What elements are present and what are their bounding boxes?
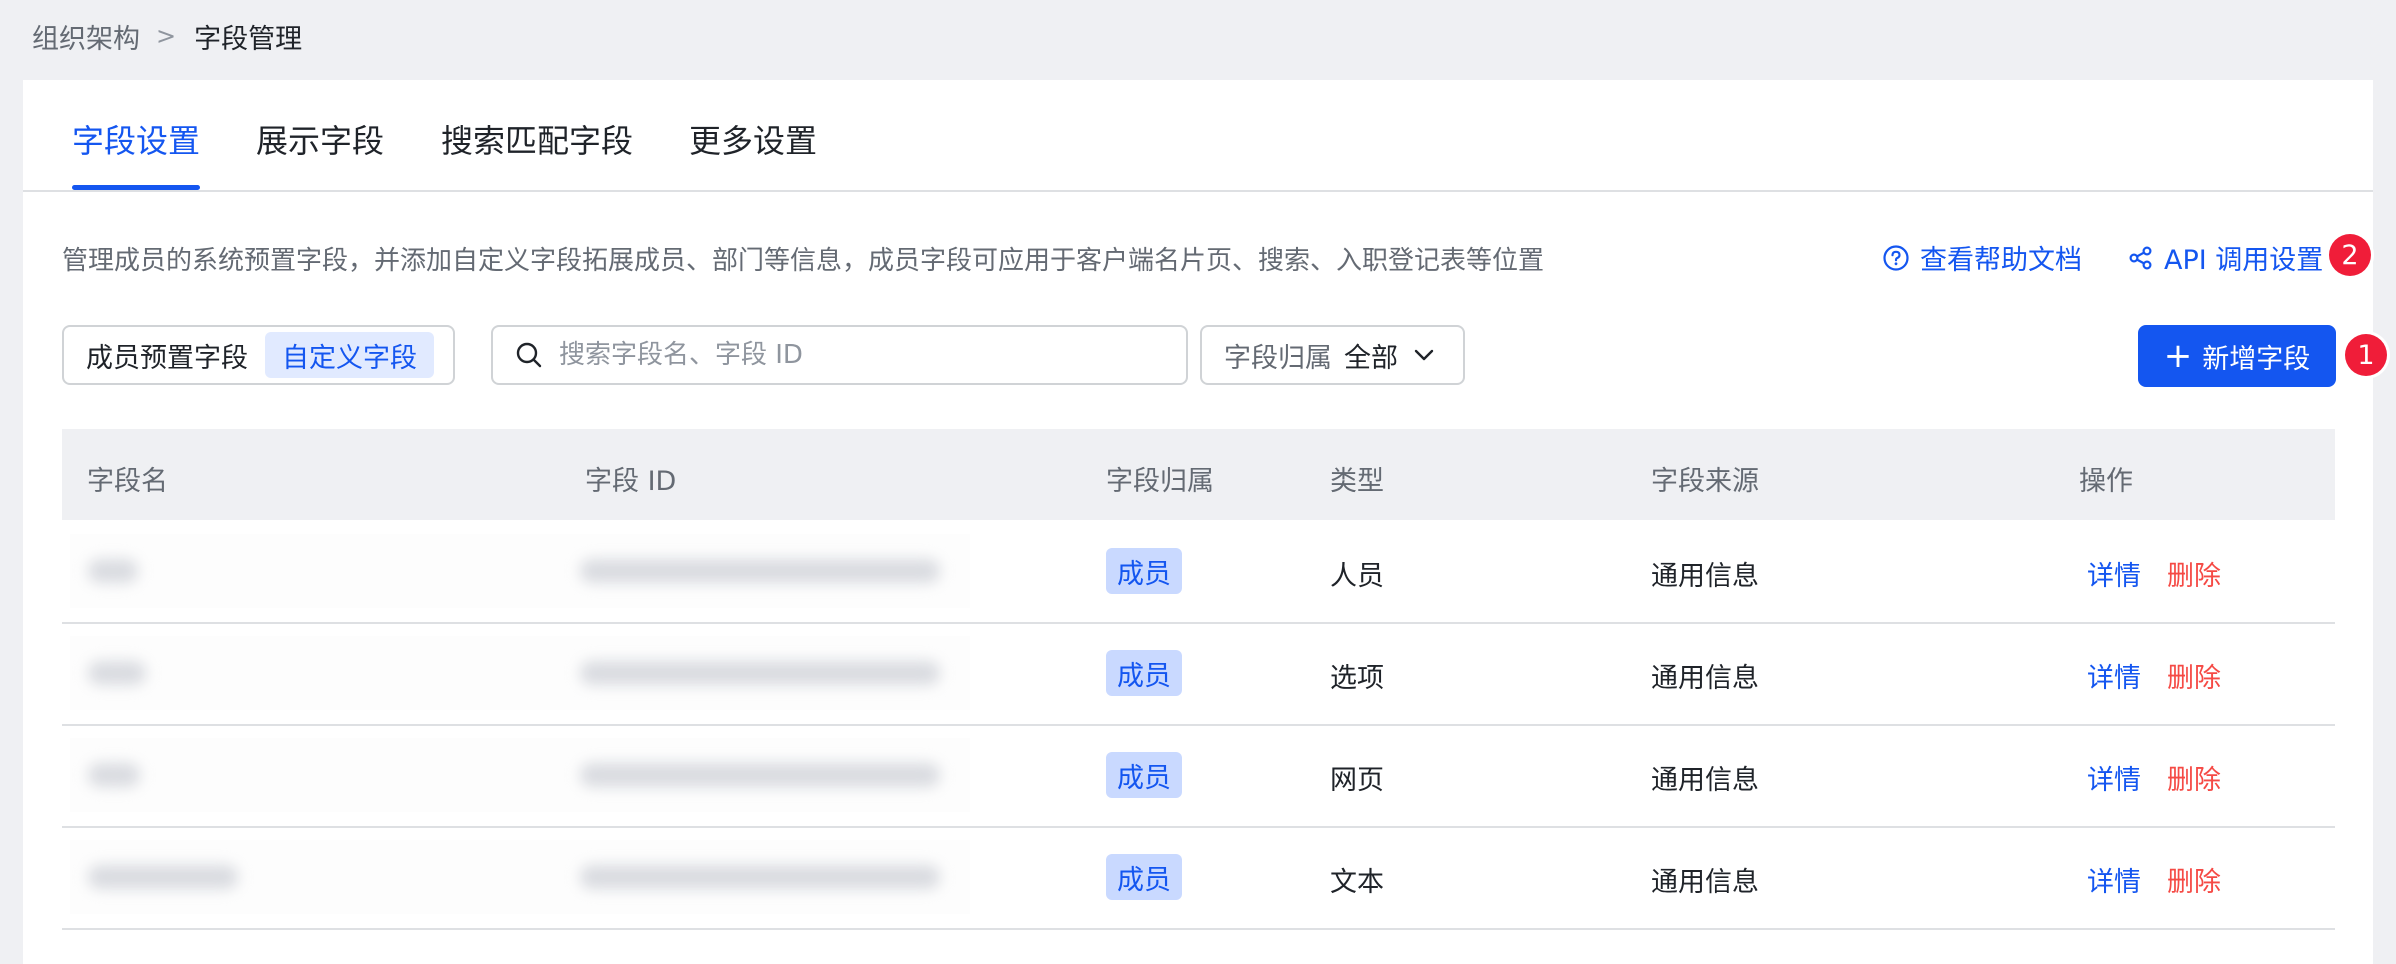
belong-tag: 成员 (1106, 650, 1182, 696)
column-header-actions: 操作 (2079, 466, 2133, 497)
type-cell: 选项 (1330, 663, 1384, 694)
table-row: 成员 文本 通用信息 详情 删除 (62, 826, 2335, 930)
search-input[interactable] (557, 339, 1161, 371)
redacted-area (70, 534, 970, 608)
breadcrumb-current: 字段管理 (194, 23, 303, 55)
page-description: 管理成员的系统预置字段，并添加自定义字段拓展成员、部门等信息，成员字段可应用于客… (62, 246, 1545, 276)
segment-preset-fields[interactable]: 成员预置字段 (69, 332, 265, 378)
tab-field-settings[interactable]: 字段设置 (72, 116, 200, 162)
belong-tag: 成员 (1106, 752, 1182, 798)
active-tab-indicator (72, 185, 200, 190)
delete-link[interactable]: 删除 (2167, 860, 2221, 899)
source-cell: 通用信息 (1651, 765, 1759, 796)
question-circle-icon (1883, 244, 1909, 271)
annotation-marker-2: 2 (2329, 234, 2371, 276)
tab-bar: 字段设置 展示字段 搜索匹配字段 更多设置 (23, 80, 2373, 192)
add-field-button[interactable]: + 新增字段 (2138, 325, 2336, 387)
source-cell: 通用信息 (1651, 663, 1759, 694)
redacted-area (70, 738, 970, 812)
filter-value: 全部 (1344, 342, 1398, 374)
column-header-field-id: 字段 ID (585, 466, 677, 497)
breadcrumb-separator-icon: > (156, 22, 177, 50)
delete-link[interactable]: 删除 (2167, 554, 2221, 593)
delete-link[interactable]: 删除 (2167, 656, 2221, 695)
plus-icon: + (2163, 336, 2193, 376)
table-row: 成员 人员 通用信息 详情 删除 (62, 520, 2335, 624)
search-icon (516, 342, 542, 368)
annotation-marker-1: 1 (2345, 334, 2387, 376)
type-cell: 网页 (1330, 765, 1384, 796)
tab-search-match-fields[interactable]: 搜索匹配字段 (441, 116, 633, 162)
redacted-area (70, 840, 970, 914)
main-card: 字段设置 展示字段 搜索匹配字段 更多设置 管理成员的系统预置字段，并添加自定义… (23, 80, 2387, 964)
help-docs-link[interactable]: 查看帮助文档 (1882, 238, 2082, 277)
field-belong-filter[interactable]: 字段归属 全部 (1200, 325, 1465, 385)
breadcrumb-parent[interactable]: 组织架构 (32, 17, 140, 56)
field-type-segmented-control: 成员预置字段 自定义字段 (62, 325, 455, 385)
api-settings-label: API 调用设置 (2164, 245, 2324, 276)
table-header: 字段名 字段 ID 字段归属 类型 字段来源 操作 (62, 429, 2335, 520)
detail-link[interactable]: 详情 (2087, 554, 2141, 593)
column-header-source: 字段来源 (1651, 466, 1759, 497)
delete-link[interactable]: 删除 (2167, 758, 2221, 797)
table-row: 成员 选项 通用信息 详情 删除 (62, 622, 2335, 726)
table-row: 成员 网页 通用信息 详情 删除 (62, 724, 2335, 828)
tab-display-fields[interactable]: 展示字段 (256, 116, 384, 162)
source-cell: 通用信息 (1651, 867, 1759, 898)
belong-tag: 成员 (1106, 548, 1182, 594)
source-cell: 通用信息 (1651, 561, 1759, 592)
detail-link[interactable]: 详情 (2087, 860, 2141, 899)
column-header-type: 类型 (1330, 466, 1384, 497)
column-header-field-belong: 字段归属 (1106, 466, 1214, 497)
tab-more-settings[interactable]: 更多设置 (689, 116, 817, 162)
type-cell: 人员 (1330, 561, 1384, 592)
breadcrumb: 组织架构 > 字段管理 (32, 17, 303, 56)
filter-label: 字段归属 (1224, 342, 1332, 374)
search-box (491, 325, 1188, 385)
segment-custom-fields[interactable]: 自定义字段 (265, 332, 434, 378)
api-settings-link[interactable]: API 调用设置 (2128, 238, 2323, 277)
redacted-area (70, 636, 970, 710)
type-cell: 文本 (1330, 867, 1384, 898)
chevron-down-icon (1414, 349, 1434, 361)
help-docs-label: 查看帮助文档 (1920, 245, 2082, 276)
detail-link[interactable]: 详情 (2087, 656, 2141, 695)
column-header-field-name: 字段名 (87, 466, 168, 497)
detail-link[interactable]: 详情 (2087, 758, 2141, 797)
share-icon (2129, 245, 2152, 270)
add-field-label: 新增字段 (2202, 343, 2311, 375)
belong-tag: 成员 (1106, 854, 1182, 900)
